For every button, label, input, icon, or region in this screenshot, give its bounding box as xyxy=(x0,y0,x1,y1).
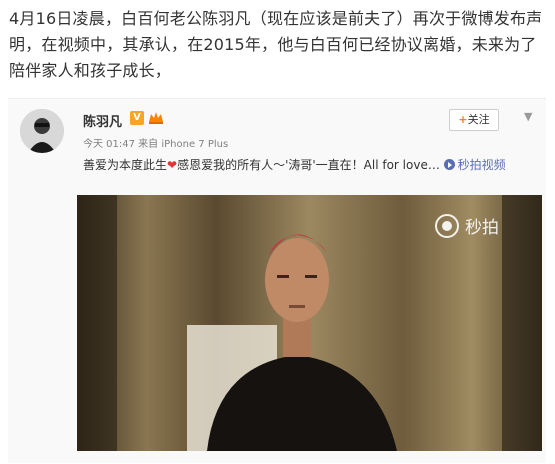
verified-icon: V xyxy=(130,111,144,125)
user-name[interactable]: 陈羽凡 xyxy=(83,111,122,130)
post-meta: 今天 01:47 来自 iPhone 7 Plus xyxy=(83,139,229,150)
follow-button[interactable]: +关注 xyxy=(449,109,499,131)
video-link[interactable]: 秒拍视频 xyxy=(443,158,506,172)
heart-icon: ❤ xyxy=(167,158,178,172)
avatar[interactable] xyxy=(20,109,64,153)
video-link-label: 秒拍视频 xyxy=(457,158,506,172)
post-text-part2: 感恩爱我的所有人～'涛哥'一直在！All for love… xyxy=(177,158,444,172)
article-paragraph: 4月16日凌晨，白百何老公陈羽凡（现在应该是前夫了）再次于微博发布声明，在视频中… xyxy=(9,9,543,80)
post-text: 善爱为本度此生❤感恩爱我的所有人～'涛哥'一直在！All for love… 秒… xyxy=(83,155,523,175)
plus-icon: + xyxy=(458,113,468,126)
video-player[interactable]: 秒拍 xyxy=(77,195,542,451)
post-text-part1: 善爱为本度此生 xyxy=(83,158,168,172)
member-crown-icon xyxy=(148,110,164,126)
chevron-down-icon[interactable]: ▼ xyxy=(524,111,536,123)
watermark-label: 秒拍 xyxy=(465,218,499,238)
miaopai-logo-icon xyxy=(435,213,459,238)
play-icon xyxy=(443,159,455,170)
miaopai-watermark: 秒拍 xyxy=(435,213,499,238)
weibo-post-card: 陈羽凡 V +关注 ▼ 今天 01:47 来自 iPhone 7 Plus 善爱… xyxy=(8,98,546,463)
follow-label: 关注 xyxy=(467,113,490,126)
